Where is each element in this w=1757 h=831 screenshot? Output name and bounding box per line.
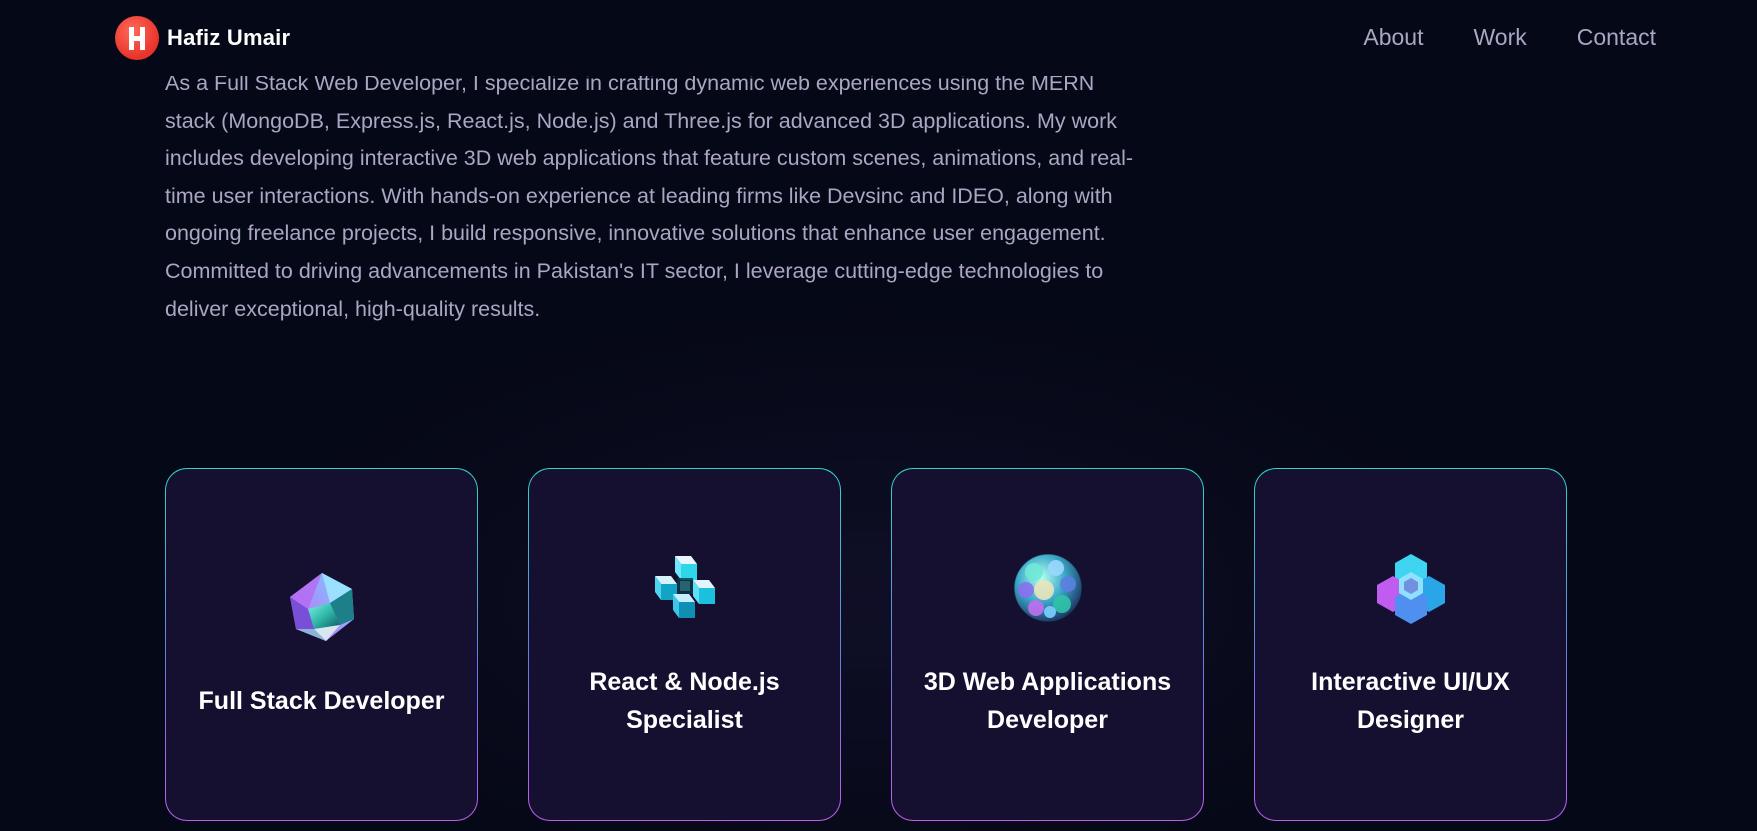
service-card-body: Full Stack Developer [166, 469, 477, 820]
service-title: Full Stack Developer [198, 686, 445, 715]
overview-paragraph: As a Full Stack Web Developer, I special… [165, 71, 1134, 321]
navbar: Hafiz Umair About Work Contact [0, 0, 1757, 76]
service-card-ui-ux[interactable]: Interactive UI/UX Designer [1254, 468, 1567, 821]
logo-icon [115, 16, 159, 60]
nav-link-about[interactable]: About [1363, 21, 1423, 53]
cube-cluster-icon [654, 556, 715, 618]
service-card-body: Interactive UI/UX Designer [1255, 469, 1566, 820]
service-title: 3D Web Applications Developer [923, 668, 1172, 734]
service-card-full-stack[interactable]: Full Stack Developer [165, 468, 478, 821]
geometric-gem-icon [289, 572, 354, 641]
service-title: React & Node.js Specialist [589, 668, 780, 734]
brand-name: Hafiz Umair [167, 25, 291, 50]
nav-links: About Work Contact [1363, 21, 1656, 53]
service-card-body: 3D Web Applications Developer [892, 469, 1203, 820]
brand-link[interactable]: Hafiz Umair [115, 16, 290, 60]
service-card-body: React & Node.js Specialist [529, 469, 840, 820]
nav-link-contact[interactable]: Contact [1577, 21, 1656, 53]
service-title: Interactive UI/UX Designer [1311, 668, 1510, 734]
hex-cluster-icon [1376, 554, 1445, 624]
page: As a Full Stack Web Developer, I special… [0, 0, 1757, 831]
service-card-react-node[interactable]: React & Node.js Specialist [528, 468, 841, 821]
nav-link-work[interactable]: Work [1473, 21, 1526, 53]
sphere-cluster-icon [1012, 553, 1083, 623]
service-card-3d-web[interactable]: 3D Web Applications Developer [891, 468, 1204, 821]
service-cards: Full Stack Developer React & Node.js Spe… [165, 468, 1567, 821]
